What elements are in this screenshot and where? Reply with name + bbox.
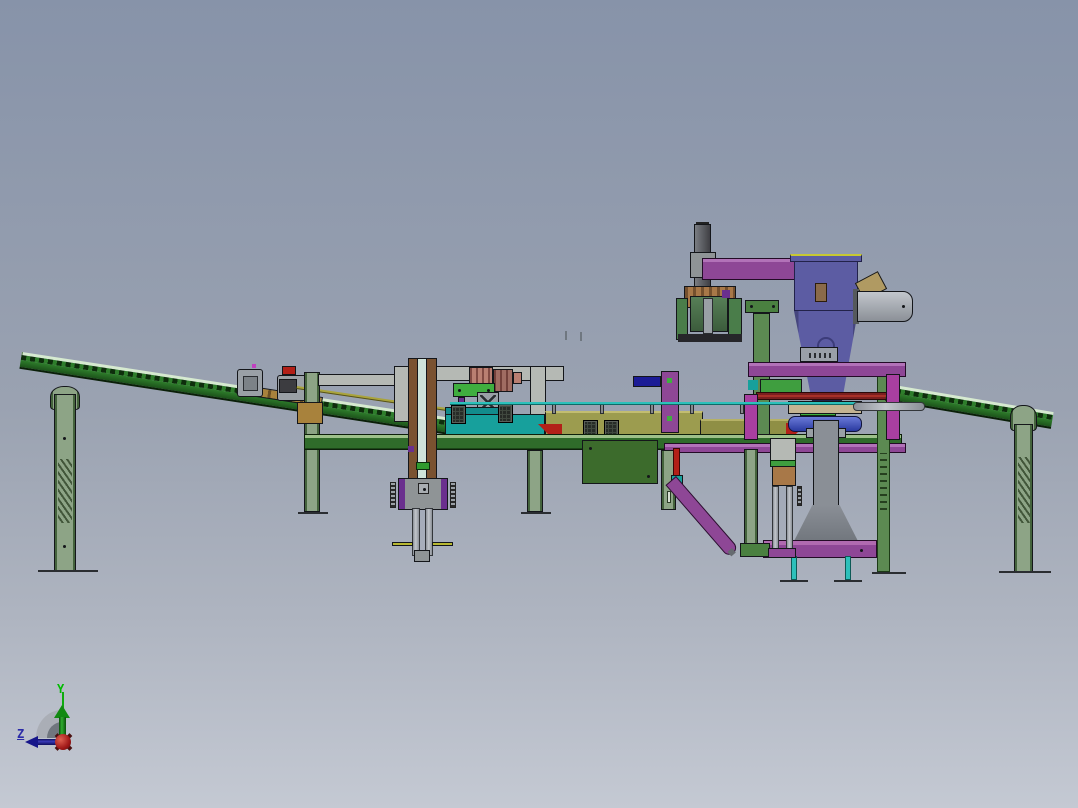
heatsink-motor-1 <box>451 405 466 424</box>
carriage-bolt <box>423 488 426 491</box>
box-screw <box>647 475 650 478</box>
label-tick-marks <box>809 353 831 358</box>
yellow-crossbar-left <box>392 542 413 546</box>
guide-rod-teal <box>450 402 906 405</box>
heatsink-motor-2 <box>498 404 513 423</box>
carriage-flange <box>441 479 447 509</box>
spring-bolt-right <box>450 482 456 508</box>
tower-rod-b <box>786 486 793 552</box>
y-axis-label: Y <box>57 682 65 696</box>
clamp-red-rails <box>756 392 904 400</box>
anchor-bolt <box>845 556 851 580</box>
tower-rod-a <box>772 486 779 552</box>
leg-hatch-panel <box>1018 457 1030 523</box>
z-axis-arrowhead <box>25 736 38 748</box>
anchor-bolt <box>791 556 797 580</box>
linkage-navy-bar <box>633 376 661 387</box>
rod-end-block <box>414 550 430 562</box>
conveyor-gearmotor-a <box>237 369 263 397</box>
leg-hatch-panel <box>58 459 72 523</box>
cad-viewport[interactable]: Y Z <box>0 0 1078 808</box>
cylinder-tan-block <box>772 466 796 486</box>
base-bolt <box>860 549 863 552</box>
clamp-beam-upper <box>748 362 906 377</box>
column-purple-chip <box>408 446 414 452</box>
post-green-dot <box>667 378 672 383</box>
table-guide-post <box>552 404 556 414</box>
lift-rod-left <box>412 508 420 556</box>
motor-indicator <box>252 364 256 368</box>
clamp-magenta-left <box>744 394 758 440</box>
frame-foot-line <box>298 512 328 514</box>
tower-foot-line <box>780 580 808 582</box>
transfer-rod <box>853 402 925 411</box>
electrical-box <box>582 440 658 484</box>
chute-tip <box>727 547 736 557</box>
table-guide-post <box>600 404 604 414</box>
tower-left-post <box>744 449 758 549</box>
origin-sphere <box>55 734 71 750</box>
hopper-upper-box <box>794 261 858 311</box>
plate-bolt <box>750 305 753 308</box>
pedestal-column <box>813 420 839 512</box>
spring-bolt-left <box>390 482 396 508</box>
table-guide-post <box>690 404 694 414</box>
conveyor-frame-rail <box>19 359 448 435</box>
pedestal-base-flare <box>792 505 860 545</box>
gripper-base-bar <box>678 334 742 342</box>
distant-bolt-tick <box>580 332 582 341</box>
carriage-center-block <box>418 483 429 494</box>
distant-bolt-tick <box>565 331 567 340</box>
tower-foot-line <box>834 580 862 582</box>
control-label-block <box>800 347 838 362</box>
tower-spring-bolt <box>797 486 802 506</box>
left-conveyor-leg <box>54 394 76 571</box>
left-incline-conveyor <box>19 352 449 435</box>
plate-bolt <box>458 389 461 392</box>
gripper-center-slide <box>703 298 713 334</box>
lift-carriage <box>398 478 448 510</box>
box-screw <box>589 447 592 450</box>
leg-bolt-hole <box>63 545 66 548</box>
right-leg-foot-line <box>999 571 1051 573</box>
motor-face-plate <box>243 376 258 391</box>
motor-b-cap <box>282 366 296 375</box>
post-slot <box>667 491 671 503</box>
tower-rod-foot <box>768 548 796 558</box>
frame-foot-line <box>521 512 551 514</box>
table-guide-post <box>650 404 654 414</box>
motor-b-gearbox <box>279 379 297 393</box>
z-axis-label: Z <box>17 727 25 741</box>
hopper-side-plate <box>745 300 779 313</box>
post-green-dot <box>667 416 672 421</box>
discharge-chute <box>665 476 739 558</box>
lift-rod-right <box>425 508 433 556</box>
post-ladder-slots <box>880 453 887 515</box>
left-leg-foot-line <box>38 570 98 572</box>
leg-bolt-hole <box>63 437 66 440</box>
servo-motor-block-3 <box>513 372 522 384</box>
gantry-post-b <box>530 366 546 416</box>
clamp-teal-chip <box>748 380 758 390</box>
yellow-crossbar-right <box>432 542 453 546</box>
side-air-cylinder <box>857 291 913 322</box>
conveyor-end-bracket <box>297 402 323 424</box>
servo-motor-block-2 <box>493 369 513 392</box>
column-green-chip <box>416 462 430 470</box>
plate-bolt <box>772 305 775 308</box>
tower-right-foot-line <box>872 572 906 574</box>
frame-leg-mid <box>527 450 543 512</box>
gripper-violet-chip <box>722 290 730 298</box>
right-conveyor-leg <box>1014 424 1033 572</box>
cylinder-port <box>902 305 905 308</box>
tower-left-foot-plate <box>740 543 770 557</box>
carriage-flange <box>399 479 405 509</box>
hopper-access-chip <box>815 283 827 302</box>
chute-red-strip <box>673 448 680 478</box>
